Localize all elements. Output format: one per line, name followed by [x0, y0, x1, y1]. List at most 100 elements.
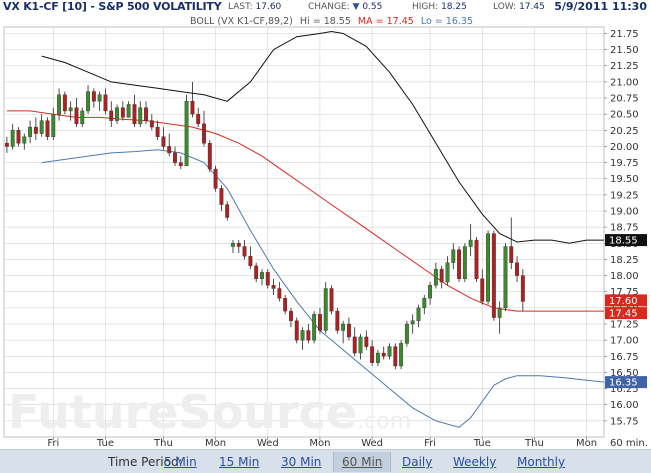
candle-body: [16, 130, 21, 144]
period-weekly-link[interactable]: Weekly: [453, 455, 496, 469]
candle-body: [202, 123, 206, 144]
y-tick-label: 18.25: [610, 255, 639, 266]
watermark-main: FutureSource: [8, 385, 357, 439]
period-60-min-tab[interactable]: 60 Min: [333, 452, 392, 472]
y-tick-label: 20.00: [610, 142, 639, 153]
low-price: LOW: 17.45: [493, 2, 545, 12]
candle-body: [428, 285, 433, 299]
candle-body: [22, 136, 27, 144]
period-monthly-link[interactable]: Monthly: [517, 455, 565, 469]
candle-body: [289, 310, 293, 321]
y-tick-label: 19.25: [610, 190, 639, 201]
candle-body: [178, 162, 183, 167]
candle-body: [109, 110, 114, 121]
y-tick-label: 21.75: [610, 29, 639, 40]
y-tick-label: 18.75: [610, 223, 639, 234]
last-label: LAST:: [228, 2, 253, 12]
candle-body: [335, 310, 340, 331]
price-tag-label-last: 17.60: [609, 296, 638, 307]
candle-body: [4, 143, 9, 147]
period-15-min-link[interactable]: 15 Min: [219, 455, 259, 469]
candle-body: [457, 249, 462, 280]
y-tick-label: 21.00: [610, 77, 639, 88]
candle-body: [346, 323, 351, 338]
last-price: LAST: 17.60: [228, 2, 281, 12]
x-tick-label: Wed: [257, 438, 279, 449]
candle-body: [329, 288, 334, 312]
candle-body: [323, 288, 328, 331]
candle-body: [474, 239, 479, 280]
y-tick-label: 17.00: [610, 336, 639, 347]
y-tick-label: 15.75: [610, 416, 639, 427]
candle-body: [80, 110, 85, 125]
candle-body: [503, 246, 508, 309]
candle-body: [10, 130, 15, 147]
candle-body: [277, 288, 282, 299]
price-tag-label-lo: 16.35: [609, 378, 638, 389]
candle-body: [28, 126, 33, 137]
candle-body: [375, 352, 380, 363]
candle-body: [520, 275, 525, 302]
time-period-bar: Time Period: 5 Min 15 Min 30 Min 60 Min …: [0, 449, 651, 473]
candle-body: [358, 336, 363, 354]
candle-body: [370, 346, 375, 363]
period-5-min-link[interactable]: 5 Min: [164, 455, 197, 469]
candle-body: [387, 346, 392, 357]
y-tick-label: 20.75: [610, 94, 639, 105]
candle-body: [381, 352, 386, 357]
candle-body: [219, 188, 224, 205]
candle-body: [184, 101, 189, 167]
y-tick-label: 17.25: [610, 320, 639, 331]
x-tick-label: Mon: [309, 438, 330, 449]
watermark-logo: FutureSource.com: [8, 385, 411, 439]
change: CHANGE: ▼ 0.55: [308, 2, 382, 12]
candle-body: [132, 104, 137, 125]
legend-text: BOLL (VX K1-CF,89,2) Hi = 18.55 MA = 17.…: [190, 16, 473, 27]
candle-body: [445, 262, 450, 283]
chart-datetime: 5/9/2011 11:30: [554, 0, 647, 13]
period-daily-link[interactable]: Daily: [402, 455, 432, 469]
candle-body: [120, 107, 125, 118]
candle-body: [86, 91, 90, 112]
candle-body: [126, 104, 131, 118]
y-tick-label: 21.25: [610, 61, 639, 72]
candle-body: [33, 126, 38, 134]
low-value: 17.45: [519, 2, 545, 12]
candle-body: [248, 256, 253, 267]
x-tick-label: Mon: [576, 438, 597, 449]
candle-body: [144, 107, 148, 121]
candle-body: [231, 243, 235, 247]
candle-body: [97, 94, 102, 102]
candle-body: [51, 113, 56, 137]
candle-body: [515, 262, 519, 276]
candle-body: [45, 120, 50, 137]
candle-body: [439, 268, 444, 283]
candle-body: [254, 265, 259, 280]
candle-body: [433, 268, 438, 286]
candle-body: [410, 320, 415, 325]
change-label: CHANGE:: [308, 2, 350, 12]
candle-body: [497, 307, 502, 318]
legend-lo-value: 16.35: [446, 16, 473, 27]
candle-body: [399, 343, 404, 367]
candle-body: [167, 146, 172, 154]
x-tick-label: Thu: [524, 438, 544, 449]
candle-body: [265, 272, 270, 286]
down-arrow-icon: ▼: [352, 2, 360, 12]
candle-body: [62, 94, 67, 112]
candle-body: [213, 168, 218, 189]
candle-body: [509, 246, 514, 263]
period-30-min-link[interactable]: 30 Min: [281, 455, 321, 469]
x-tick-label: Wed: [361, 438, 383, 449]
candle-body: [39, 120, 44, 134]
candle-body: [491, 233, 496, 318]
y-tick-label: 19.00: [610, 207, 639, 218]
y-tick-label: 19.50: [610, 174, 639, 185]
high-value: 18.25: [441, 2, 467, 12]
candle-body: [161, 136, 166, 147]
low-label: LOW:: [493, 2, 517, 12]
candle-body: [393, 346, 398, 367]
candle-body: [422, 297, 427, 309]
candle-body: [190, 101, 195, 115]
candle-body: [312, 314, 317, 341]
